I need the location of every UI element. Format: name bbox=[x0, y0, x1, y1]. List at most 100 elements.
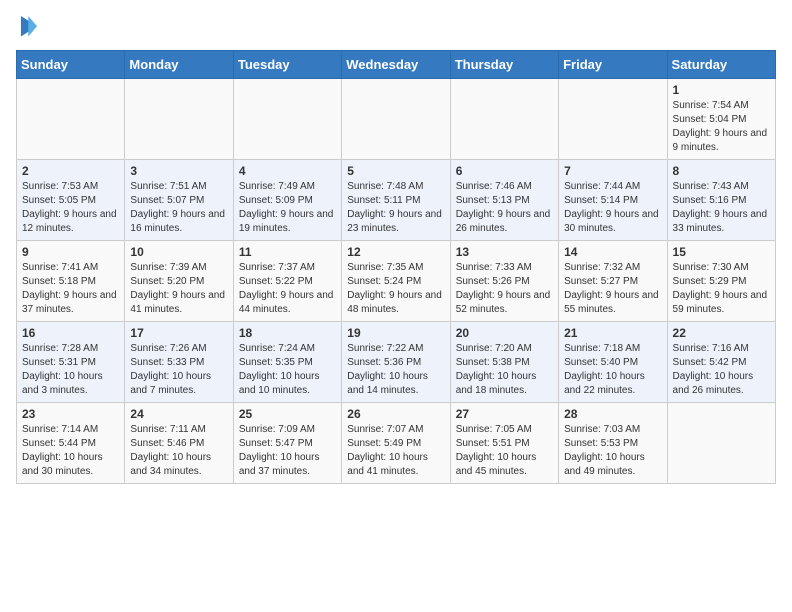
calendar-header-row: SundayMondayTuesdayWednesdayThursdayFrid… bbox=[17, 51, 776, 79]
calendar-table: SundayMondayTuesdayWednesdayThursdayFrid… bbox=[16, 50, 776, 484]
day-number: 4 bbox=[239, 164, 336, 178]
column-header-wednesday: Wednesday bbox=[342, 51, 450, 79]
calendar-cell: 1Sunrise: 7:54 AM Sunset: 5:04 PM Daylig… bbox=[667, 79, 775, 160]
day-info: Sunrise: 7:51 AM Sunset: 5:07 PM Dayligh… bbox=[130, 180, 227, 236]
day-info: Sunrise: 7:35 AM Sunset: 5:24 PM Dayligh… bbox=[347, 261, 444, 317]
calendar-cell: 11 Sunrise: 7:37 AM Sunset: 5:22 PM Dayli… bbox=[233, 241, 341, 322]
calendar-cell bbox=[667, 403, 775, 484]
day-info: Sunrise: 7:30 AM Sunset: 5:29 PM Dayligh… bbox=[673, 261, 770, 317]
day-number: 15 bbox=[673, 245, 770, 259]
day-info: Sunrise: 7:05 AM Sunset: 5:51 PM Dayligh… bbox=[456, 423, 553, 479]
calendar-cell: 15 Sunrise: 7:30 AM Sunset: 5:29 PM Dayli… bbox=[667, 241, 775, 322]
day-number: 16 bbox=[22, 326, 119, 340]
day-number: 1 bbox=[673, 83, 770, 97]
day-info: Sunrise: 7:03 AM Sunset: 5:53 PM Dayligh… bbox=[564, 423, 661, 479]
day-info: Sunrise: 7:16 AM Sunset: 5:42 PM Dayligh… bbox=[673, 342, 770, 398]
calendar-cell bbox=[17, 79, 125, 160]
calendar-week-3: 9 Sunrise: 7:41 AM Sunset: 5:18 PM Daylig… bbox=[17, 241, 776, 322]
day-number: 11 bbox=[239, 245, 336, 259]
day-number: 20 bbox=[456, 326, 553, 340]
column-header-friday: Friday bbox=[559, 51, 667, 79]
calendar-cell: 10 Sunrise: 7:39 AM Sunset: 5:20 PM Dayli… bbox=[125, 241, 233, 322]
day-info: Sunrise: 7:07 AM Sunset: 5:49 PM Dayligh… bbox=[347, 423, 444, 479]
calendar-cell: 18 Sunrise: 7:24 AM Sunset: 5:35 PM Dayli… bbox=[233, 322, 341, 403]
calendar-cell: 12Sunrise: 7:35 AM Sunset: 5:24 PM Dayli… bbox=[342, 241, 450, 322]
day-number: 21 bbox=[564, 326, 661, 340]
calendar-cell: 7Sunrise: 7:44 AM Sunset: 5:14 PM Daylig… bbox=[559, 160, 667, 241]
calendar-cell: 17 Sunrise: 7:26 AM Sunset: 5:33 PM Dayli… bbox=[125, 322, 233, 403]
calendar-cell: 19Sunrise: 7:22 AM Sunset: 5:36 PM Dayli… bbox=[342, 322, 450, 403]
day-info: Sunrise: 7:18 AM Sunset: 5:40 PM Dayligh… bbox=[564, 342, 661, 398]
column-header-saturday: Saturday bbox=[667, 51, 775, 79]
calendar-cell: 20 Sunrise: 7:20 AM Sunset: 5:38 PM Dayli… bbox=[450, 322, 558, 403]
day-number: 9 bbox=[22, 245, 119, 259]
day-info: Sunrise: 7:33 AM Sunset: 5:26 PM Dayligh… bbox=[456, 261, 553, 317]
calendar-cell bbox=[559, 79, 667, 160]
day-number: 26 bbox=[347, 407, 444, 421]
day-number: 3 bbox=[130, 164, 227, 178]
day-info: Sunrise: 7:48 AM Sunset: 5:11 PM Dayligh… bbox=[347, 180, 444, 236]
calendar-week-4: 16 Sunrise: 7:28 AM Sunset: 5:31 PM Dayli… bbox=[17, 322, 776, 403]
day-number: 22 bbox=[673, 326, 770, 340]
day-number: 5 bbox=[347, 164, 444, 178]
day-number: 8 bbox=[673, 164, 770, 178]
day-number: 18 bbox=[239, 326, 336, 340]
day-number: 6 bbox=[456, 164, 553, 178]
day-number: 28 bbox=[564, 407, 661, 421]
calendar-cell: 14Sunrise: 7:32 AM Sunset: 5:27 PM Dayli… bbox=[559, 241, 667, 322]
calendar-cell: 21 Sunrise: 7:18 AM Sunset: 5:40 PM Dayli… bbox=[559, 322, 667, 403]
day-number: 25 bbox=[239, 407, 336, 421]
calendar-cell: 6 Sunrise: 7:46 AM Sunset: 5:13 PM Daylig… bbox=[450, 160, 558, 241]
day-info: Sunrise: 7:49 AM Sunset: 5:09 PM Dayligh… bbox=[239, 180, 336, 236]
calendar-week-2: 2 Sunrise: 7:53 AM Sunset: 5:05 PM Daylig… bbox=[17, 160, 776, 241]
calendar-cell: 27 Sunrise: 7:05 AM Sunset: 5:51 PM Dayli… bbox=[450, 403, 558, 484]
calendar-cell: 8 Sunrise: 7:43 AM Sunset: 5:16 PM Daylig… bbox=[667, 160, 775, 241]
calendar-cell: 2 Sunrise: 7:53 AM Sunset: 5:05 PM Daylig… bbox=[17, 160, 125, 241]
day-info: Sunrise: 7:32 AM Sunset: 5:27 PM Dayligh… bbox=[564, 261, 661, 317]
calendar-cell: 16 Sunrise: 7:28 AM Sunset: 5:31 PM Dayli… bbox=[17, 322, 125, 403]
day-info: Sunrise: 7:46 AM Sunset: 5:13 PM Dayligh… bbox=[456, 180, 553, 236]
logo[interactable] bbox=[16, 16, 40, 38]
day-number: 7 bbox=[564, 164, 661, 178]
column-header-monday: Monday bbox=[125, 51, 233, 79]
day-number: 23 bbox=[22, 407, 119, 421]
day-info: Sunrise: 7:37 AM Sunset: 5:22 PM Dayligh… bbox=[239, 261, 336, 317]
column-header-sunday: Sunday bbox=[17, 51, 125, 79]
day-number: 2 bbox=[22, 164, 119, 178]
day-number: 10 bbox=[130, 245, 227, 259]
calendar-cell: 26 Sunrise: 7:07 AM Sunset: 5:49 PM Dayli… bbox=[342, 403, 450, 484]
day-number: 27 bbox=[456, 407, 553, 421]
calendar-cell bbox=[233, 79, 341, 160]
calendar-cell: 24 Sunrise: 7:11 AM Sunset: 5:46 PM Dayli… bbox=[125, 403, 233, 484]
day-info: Sunrise: 7:41 AM Sunset: 5:18 PM Dayligh… bbox=[22, 261, 119, 317]
day-info: Sunrise: 7:26 AM Sunset: 5:33 PM Dayligh… bbox=[130, 342, 227, 398]
calendar-cell: 13 Sunrise: 7:33 AM Sunset: 5:26 PM Dayli… bbox=[450, 241, 558, 322]
calendar-cell bbox=[125, 79, 233, 160]
calendar-cell: 4 Sunrise: 7:49 AM Sunset: 5:09 PM Daylig… bbox=[233, 160, 341, 241]
calendar-cell: 9 Sunrise: 7:41 AM Sunset: 5:18 PM Daylig… bbox=[17, 241, 125, 322]
calendar-cell: 25 Sunrise: 7:09 AM Sunset: 5:47 PM Dayli… bbox=[233, 403, 341, 484]
day-info: Sunrise: 7:28 AM Sunset: 5:31 PM Dayligh… bbox=[22, 342, 119, 398]
day-info: Sunrise: 7:22 AM Sunset: 5:36 PM Dayligh… bbox=[347, 342, 444, 398]
day-info: Sunrise: 7:11 AM Sunset: 5:46 PM Dayligh… bbox=[130, 423, 227, 479]
column-header-thursday: Thursday bbox=[450, 51, 558, 79]
day-info: Sunrise: 7:53 AM Sunset: 5:05 PM Dayligh… bbox=[22, 180, 119, 236]
calendar-week-1: 1Sunrise: 7:54 AM Sunset: 5:04 PM Daylig… bbox=[17, 79, 776, 160]
day-info: Sunrise: 7:24 AM Sunset: 5:35 PM Dayligh… bbox=[239, 342, 336, 398]
day-info: Sunrise: 7:43 AM Sunset: 5:16 PM Dayligh… bbox=[673, 180, 770, 236]
day-info: Sunrise: 7:20 AM Sunset: 5:38 PM Dayligh… bbox=[456, 342, 553, 398]
calendar-cell: 22 Sunrise: 7:16 AM Sunset: 5:42 PM Dayli… bbox=[667, 322, 775, 403]
day-number: 17 bbox=[130, 326, 227, 340]
calendar-cell: 28 Sunrise: 7:03 AM Sunset: 5:53 PM Dayli… bbox=[559, 403, 667, 484]
calendar-cell: 5 Sunrise: 7:48 AM Sunset: 5:11 PM Daylig… bbox=[342, 160, 450, 241]
calendar-cell: 23Sunrise: 7:14 AM Sunset: 5:44 PM Dayli… bbox=[17, 403, 125, 484]
day-info: Sunrise: 7:09 AM Sunset: 5:47 PM Dayligh… bbox=[239, 423, 336, 479]
logo-icon bbox=[18, 16, 40, 38]
day-number: 24 bbox=[130, 407, 227, 421]
calendar-week-5: 23Sunrise: 7:14 AM Sunset: 5:44 PM Dayli… bbox=[17, 403, 776, 484]
day-info: Sunrise: 7:39 AM Sunset: 5:20 PM Dayligh… bbox=[130, 261, 227, 317]
day-number: 13 bbox=[456, 245, 553, 259]
page-header bbox=[16, 16, 776, 38]
calendar-cell bbox=[342, 79, 450, 160]
column-header-tuesday: Tuesday bbox=[233, 51, 341, 79]
